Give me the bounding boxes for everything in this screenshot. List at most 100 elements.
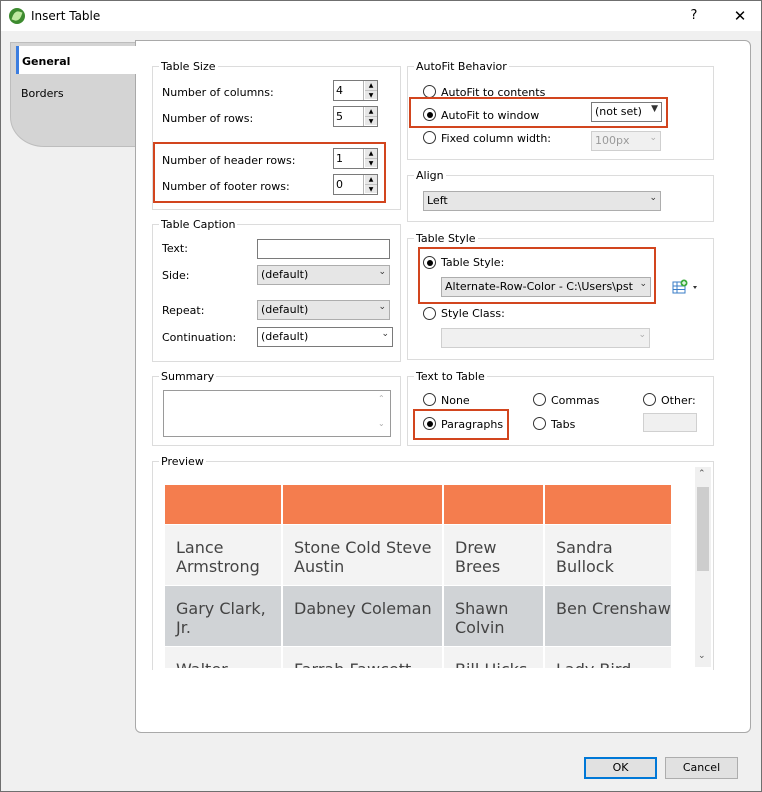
table-style-select[interactable]: Alternate-Row-Color - C:\Users\pstoec ⌄ [441, 277, 651, 297]
caret-down-icon: ▼ [651, 104, 658, 114]
summary-input[interactable]: ⌃ ⌄ [163, 390, 391, 437]
columns-stepper[interactable]: 4 ▲ ▼ [333, 80, 378, 101]
autofit-window-label: AutoFit to window [441, 109, 540, 122]
table-size-group-label: Table Size [159, 60, 218, 73]
chevron-up-icon[interactable]: ▲ [365, 107, 377, 116]
close-button[interactable]: ✕ [727, 5, 753, 27]
cancel-button[interactable]: Cancel [665, 757, 738, 779]
chevron-down-icon: ⌄ [378, 302, 386, 312]
autofit-window-select[interactable]: (not set) ▼ [591, 102, 662, 122]
window-title: Insert Table [31, 9, 101, 23]
ok-button[interactable]: OK [584, 757, 657, 779]
preview-cell: Bill Hicks [444, 647, 543, 668]
preview-cell: Lance Armstrong [165, 525, 281, 585]
header-rows-value: 1 [336, 152, 343, 165]
preview-cell: Lady Bird [545, 647, 671, 668]
tab-borders[interactable]: Borders [16, 80, 126, 106]
align-select[interactable]: Left ⌄ [423, 191, 661, 211]
tabs-label: Tabs [551, 418, 576, 431]
chevron-down-icon: ⌄ [649, 193, 657, 203]
preview-cell: Ben Crenshaw [545, 586, 671, 646]
caption-text-label: Text: [162, 242, 188, 255]
chevron-up-icon[interactable]: ⌃ [378, 394, 385, 403]
chevron-down-icon[interactable]: ▼ [365, 90, 377, 99]
header-rows-stepper[interactable]: 1 ▲ ▼ [333, 148, 378, 169]
style-class-radio[interactable] [423, 307, 436, 320]
caption-continuation-select[interactable]: (default) ⌄ [257, 327, 393, 347]
columns-value: 4 [336, 84, 343, 97]
footer-rows-value: 0 [336, 178, 343, 191]
other-radio[interactable] [643, 393, 656, 406]
table-style-label: Table Style: [441, 256, 505, 269]
footer-rows-label: Number of footer rows: [162, 180, 290, 193]
tabs-radio[interactable] [533, 417, 546, 430]
paragraphs-radio[interactable] [423, 417, 436, 430]
none-radio[interactable] [423, 393, 436, 406]
chevron-down-icon[interactable]: ▼ [365, 184, 377, 193]
preview-cell: Sandra Bullock [545, 525, 671, 585]
tab-borders-label: Borders [21, 87, 64, 100]
add-style-icon [672, 279, 697, 294]
other-label: Other: [661, 394, 696, 407]
footer-rows-stepper[interactable]: 0 ▲ ▼ [333, 174, 378, 195]
app-logo-icon [9, 8, 25, 24]
fixed-width-radio[interactable] [423, 131, 436, 144]
chevron-down-icon[interactable]: ⌄ [378, 419, 385, 428]
commas-label: Commas [551, 394, 600, 407]
preview-scrollbar[interactable]: ⌃ ⌄ [695, 467, 711, 667]
rows-stepper[interactable]: 5 ▲ ▼ [333, 106, 378, 127]
preview-header-cell [283, 485, 442, 524]
chevron-up-icon[interactable]: ⌃ [698, 469, 706, 479]
chevron-down-icon[interactable]: ▼ [365, 116, 377, 125]
preview-header-row [165, 485, 671, 524]
commas-radio[interactable] [533, 393, 546, 406]
other-input[interactable] [643, 413, 697, 432]
table-row: Lance Armstrong Stone Cold Steve Austin Dr… [165, 525, 671, 585]
style-class-select[interactable]: ⌄ [441, 328, 650, 348]
caption-repeat-select[interactable]: (default) ⌄ [257, 300, 390, 320]
chevron-down-icon: ⌄ [649, 133, 657, 143]
caption-continuation-label: Continuation: [162, 331, 237, 344]
chevron-down-icon[interactable]: ⌄ [698, 651, 706, 661]
tab-general-label: General [22, 55, 71, 68]
table-style-radio[interactable] [423, 256, 436, 269]
caption-repeat-value: (default) [261, 303, 309, 316]
autofit-window-radio[interactable] [423, 108, 436, 121]
preview-cell: Farrah Fawcett [283, 647, 442, 668]
caption-repeat-label: Repeat: [162, 304, 205, 317]
chevron-up-icon[interactable]: ▲ [365, 149, 377, 158]
summary-scrollbar[interactable]: ⌃ ⌄ [374, 391, 390, 436]
preview-header-cell [444, 485, 543, 524]
table-style-group-label: Table Style [414, 232, 478, 245]
text-to-table-group-label: Text to Table [414, 370, 487, 383]
fixed-width-label: Fixed column width: [441, 132, 552, 145]
preview-group-label: Preview [159, 455, 206, 468]
caption-side-label: Side: [162, 269, 190, 282]
preview-table: Lance Armstrong Stone Cold Steve Austin Dr… [165, 485, 671, 668]
rows-value: 5 [336, 110, 343, 123]
add-style-button[interactable] [672, 279, 698, 295]
chevron-down-icon: ⌄ [638, 330, 646, 340]
style-class-label: Style Class: [441, 307, 505, 320]
preview-cell: Stone Cold Steve Austin [283, 525, 442, 585]
caption-side-select[interactable]: (default) ⌄ [257, 265, 390, 285]
preview-scroll-thumb[interactable] [697, 487, 709, 571]
table-row: WalterFarrah FawcettBill HicksLady Bird [165, 647, 671, 668]
chevron-up-icon[interactable]: ▲ [365, 81, 377, 90]
preview-cell: Drew Brees [444, 525, 543, 585]
fixed-width-select[interactable]: 100px ⌄ [591, 131, 661, 151]
chevron-down-icon[interactable]: ▼ [365, 158, 377, 167]
rows-label: Number of rows: [162, 112, 254, 125]
preview-cell: Dabney Coleman [283, 586, 442, 646]
table-caption-group-label: Table Caption [159, 218, 238, 231]
caption-text-input[interactable] [257, 239, 390, 259]
chevron-up-icon[interactable]: ▲ [365, 175, 377, 184]
autofit-window-value: (not set) [595, 105, 642, 118]
chevron-down-icon: ⌄ [381, 329, 389, 339]
caption-side-value: (default) [261, 268, 309, 281]
autofit-group-label: AutoFit Behavior [414, 60, 509, 73]
help-button[interactable]: ? [683, 5, 705, 27]
preview-header-cell [545, 485, 671, 524]
tab-general[interactable]: General [16, 46, 136, 74]
summary-group-label: Summary [159, 370, 217, 383]
